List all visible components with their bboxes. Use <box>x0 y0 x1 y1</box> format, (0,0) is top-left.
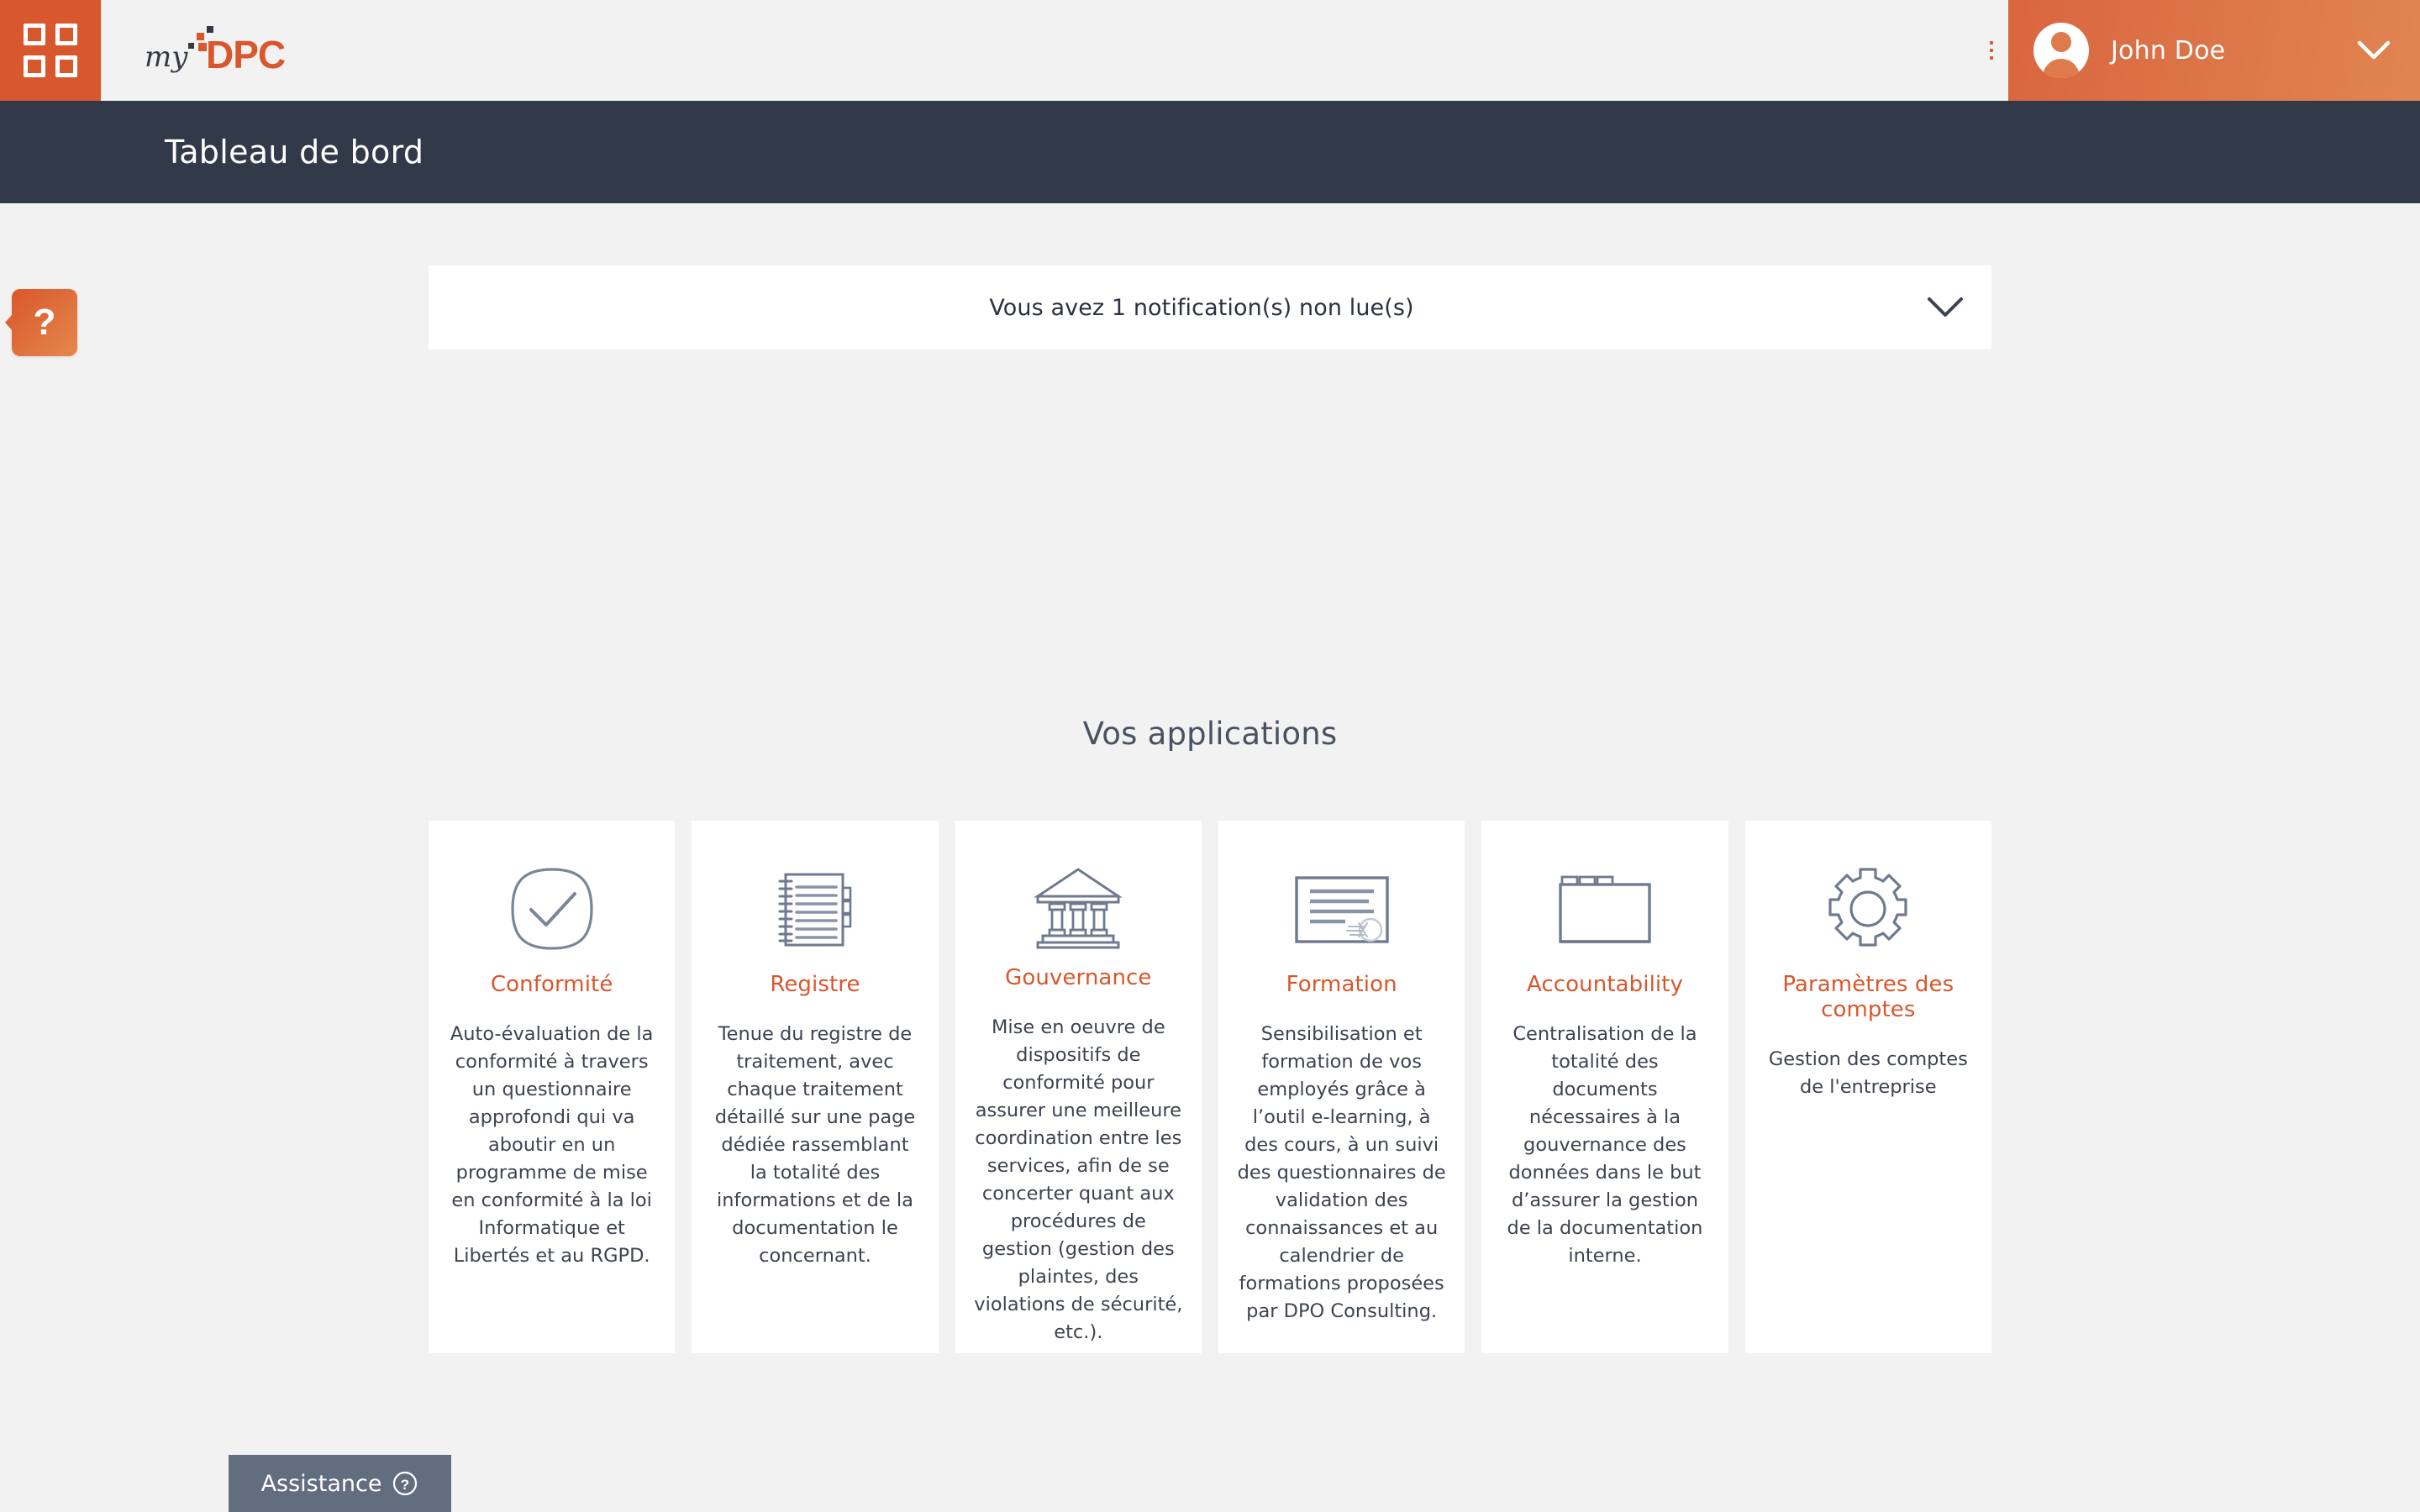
app-card-description: Centralisation de la totalité des docume… <box>1507 1023 1703 1267</box>
app-card-gouvernance[interactable]: Gouvernance Mise en oeuvre de dispositif… <box>955 821 1202 1353</box>
check-squircle-icon <box>506 859 598 958</box>
grid-apps-icon <box>24 24 77 77</box>
grid-apps-launcher-button[interactable] <box>0 0 101 101</box>
app-card-formation[interactable]: Formation Sensibilisation et formation d… <box>1218 821 1465 1353</box>
app-card-description: Sensibilisation et formation de vos empl… <box>1237 1023 1446 1322</box>
mydpc-logo-icon: my DPC <box>145 26 319 76</box>
app-card-title: Accountability <box>1526 972 1684 997</box>
app-card-title: Conformité <box>490 972 613 997</box>
app-card-description: Mise en oeuvre de dispositifs de conform… <box>974 1016 1183 1343</box>
apps-section-heading: Vos applications <box>1082 716 1338 752</box>
app-card-conformite[interactable]: Conformité Auto-évaluation de la conform… <box>429 821 676 1353</box>
assistance-button[interactable]: Assistance ? <box>229 1455 451 1512</box>
app-card-accountability[interactable]: Accountability Centralisation de la tota… <box>1481 821 1728 1353</box>
bank-building-icon <box>1031 859 1125 952</box>
apps-card-grid: Conformité Auto-évaluation de la conform… <box>429 821 1991 1353</box>
svg-text:DPC: DPC <box>206 33 285 76</box>
vertical-dots-separator-icon <box>1975 0 2008 101</box>
avatar <box>2033 23 2089 78</box>
page-title: Tableau de bord <box>165 134 424 171</box>
svg-text:?: ? <box>401 1477 409 1493</box>
app-card-description: Tenue du registre de traitement, avec ch… <box>714 1023 916 1267</box>
certificate-icon <box>1288 859 1396 958</box>
app-card-title: Gouvernance <box>1005 965 1152 990</box>
top-bar-spacer <box>321 0 1975 101</box>
brand-logo[interactable]: my DPC <box>101 0 321 101</box>
page-title-bar: Tableau de bord <box>0 101 2420 203</box>
notification-banner[interactable]: Vous avez 1 notification(s) non lue(s) <box>429 265 1991 349</box>
folder-box-icon <box>1552 859 1658 958</box>
assistance-label: Assistance <box>260 1470 382 1497</box>
user-menu-button[interactable]: John Doe <box>2008 0 2420 101</box>
app-card-title: Registre <box>770 972 860 997</box>
notification-expand-chevron-down-icon[interactable] <box>1899 295 1991 320</box>
top-bar: my DPC John Doe <box>0 0 2420 101</box>
app-card-title: Formation <box>1286 972 1397 997</box>
user-name-label: John Doe <box>2111 35 2226 66</box>
app-card-description: Auto-évaluation de la conformité à trave… <box>450 1023 654 1267</box>
svg-text:my: my <box>145 40 188 74</box>
notification-text: Vous avez 1 notification(s) non lue(s) <box>989 294 1414 321</box>
app-card-registre[interactable]: Registre Tenue du registre de traitement… <box>692 821 939 1353</box>
question-circle-icon: ? <box>393 1471 418 1496</box>
chevron-down-icon[interactable] <box>2356 33 2391 68</box>
app-card-title: Paramètres des comptes <box>1782 972 1954 1022</box>
gear-icon <box>1822 859 1914 958</box>
app-card-description: Gestion des comptes de l'entreprise <box>1768 1048 1968 1098</box>
spiral-notebook-icon <box>769 859 861 958</box>
app-card-parametres-des-comptes[interactable]: Paramètres des comptes Gestion des compt… <box>1744 821 1991 1353</box>
main-content: Vous avez 1 notification(s) non lue(s) V… <box>0 203 2420 1512</box>
